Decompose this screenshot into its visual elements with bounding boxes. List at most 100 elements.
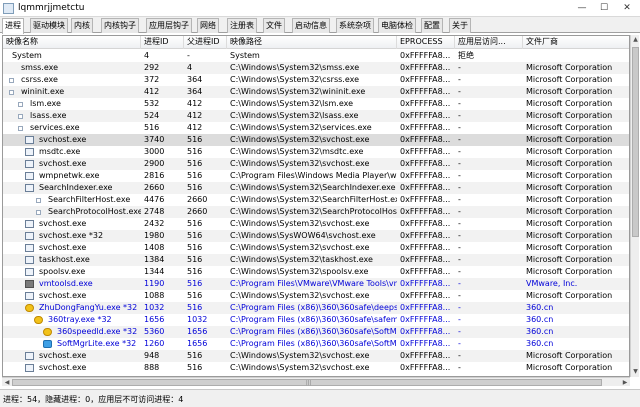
cell-ppid: 516: [187, 291, 203, 300]
cell-vendor: [523, 50, 629, 62]
cell-pid: 372: [144, 75, 160, 84]
tab-process[interactable]: 进程: [2, 18, 24, 34]
small-window-icon: [36, 198, 41, 203]
tab-app-hooks[interactable]: 应用层钩子: [146, 18, 192, 33]
cell-path: C:\Program Files (x86)\360\360safe\SoftM…: [230, 339, 397, 348]
cell-ppid: 1656: [187, 339, 208, 348]
table-row[interactable]: svchost.exe *32 1980 516 C:\Windows\SysWOW6…: [3, 230, 629, 242]
tab-bar: 进程 驱动模块 内核 内核钩子 应用层钩子 网络 注册表 文件 启动信息 系统杂…: [0, 17, 640, 34]
cell-ppid: 516: [187, 267, 203, 276]
table-row[interactable]: services.exe 516 412 C:\Windows\System32\se…: [3, 122, 629, 134]
minimize-button[interactable]: —: [572, 1, 592, 15]
table-row[interactable]: svchost.exe 3740 516 C:\Windows\System32\sv…: [3, 134, 629, 146]
cell-ppid: 412: [187, 123, 203, 132]
cell-path: C:\Windows\System32\services.exe: [230, 123, 372, 132]
cell-access: -: [458, 339, 461, 348]
cell-pid: 292: [144, 63, 160, 72]
cell-pid: 2660: [144, 183, 165, 192]
table-row[interactable]: 360tray.exe *32 1656 1032 C:\Program Files …: [3, 314, 629, 326]
cell-eprocess: 0xFFFFFA8...: [400, 303, 451, 312]
table-row[interactable]: lsass.exe 524 412 C:\Windows\System32\lsass…: [3, 110, 629, 122]
tab-kernel[interactable]: 内核: [71, 18, 93, 33]
table-row[interactable]: svchost.exe 2900 516 C:\Windows\System32\sv…: [3, 158, 629, 170]
cell-ppid: 516: [187, 279, 203, 288]
table-row[interactable]: smss.exe 292 4 C:\Windows\System32\smss.exe…: [3, 62, 629, 74]
tab-about[interactable]: 关于: [449, 18, 471, 33]
360-tray-icon: [34, 316, 43, 324]
column-header-pid[interactable]: 进程ID: [141, 36, 184, 49]
table-row[interactable]: System 4 - System 0xFFFFFA8... 拒绝: [3, 50, 629, 62]
cell-access: -: [458, 111, 461, 120]
table-row[interactable]: 360speedld.exe *32 5360 1656 C:\Program Fil…: [3, 326, 629, 338]
window-icon: [25, 220, 34, 228]
vertical-scroll-thumb[interactable]: [632, 47, 639, 237]
scroll-left-arrow-icon[interactable]: ◀: [2, 378, 12, 387]
table-row[interactable]: svchost.exe 2432 516 C:\Windows\System32\sv…: [3, 218, 629, 230]
table-row[interactable]: ZhuDongFangYu.exe *32 1032 516 C:\Program F…: [3, 302, 629, 314]
table-row[interactable]: svchost.exe 948 516 C:\Windows\System32\svc…: [3, 350, 629, 362]
scroll-right-arrow-icon[interactable]: ▶: [620, 378, 630, 387]
cell-vendor: Microsoft Corporation: [526, 99, 613, 108]
table-row[interactable]: SearchProtocolHost.exe 2748 2660 C:\Windows…: [3, 206, 629, 218]
cell-vendor: Microsoft Corporation: [526, 171, 613, 180]
cell-pid: 4: [144, 51, 150, 60]
cell-name: SearchFilterHost.exe: [48, 195, 131, 204]
column-header-image-path[interactable]: 映像路径: [227, 36, 397, 49]
column-header-ppid[interactable]: 父进程ID: [184, 36, 227, 49]
cell-path: C:\Windows\System32\svchost.exe: [230, 219, 370, 228]
tab-network[interactable]: 网络: [197, 18, 219, 33]
tab-kernel-hooks[interactable]: 内核钩子: [101, 18, 139, 33]
table-row[interactable]: csrss.exe 372 364 C:\Windows\System32\csrss…: [3, 74, 629, 86]
column-header-image-name[interactable]: 映像名称: [3, 36, 141, 49]
table-row[interactable]: SearchIndexer.exe 2660 516 C:\Windows\Syste…: [3, 182, 629, 194]
cell-eprocess: 0xFFFFFA8...: [400, 135, 451, 144]
window-icon: [25, 136, 34, 144]
cell-eprocess: 0xFFFFFA8...: [400, 327, 451, 336]
scroll-down-arrow-icon[interactable]: ▼: [631, 367, 640, 377]
table-row[interactable]: svchost.exe 1088 516 C:\Windows\System32\sv…: [3, 290, 629, 302]
tab-startup[interactable]: 启动信息: [292, 18, 330, 33]
tab-driver-modules[interactable]: 驱动模块: [30, 18, 68, 33]
vertical-scrollbar[interactable]: ▲ ▼: [630, 35, 639, 377]
table-row[interactable]: SearchFilterHost.exe 4476 2660 C:\Windows\S…: [3, 194, 629, 206]
tab-registry[interactable]: 注册表: [227, 18, 257, 33]
table-row[interactable]: SoftMgrLite.exe *32 1260 1656 C:\Program Fi…: [3, 338, 629, 350]
cell-path: C:\Windows\System32\svchost.exe: [230, 351, 370, 360]
cell-path: C:\Windows\System32\svchost.exe: [230, 363, 370, 372]
cell-pid: 948: [144, 351, 160, 360]
table-row[interactable]: spoolsv.exe 1344 516 C:\Windows\System32\sp…: [3, 266, 629, 278]
cell-name: lsass.exe: [30, 111, 67, 120]
cell-access: -: [458, 63, 461, 72]
column-header-file-vendor[interactable]: 文件厂商: [523, 36, 629, 49]
column-header-app-access[interactable]: 应用层访问...: [455, 36, 523, 49]
horizontal-scroll-thumb[interactable]: |||: [12, 379, 602, 386]
tab-pc-checkup[interactable]: 电脑体检: [378, 18, 416, 33]
scroll-up-arrow-icon[interactable]: ▲: [631, 35, 640, 45]
horizontal-scrollbar[interactable]: ◀ ||| ▶: [2, 377, 630, 386]
cell-eprocess: 0xFFFFFA8...: [400, 207, 451, 216]
table-row[interactable]: svchost.exe 1408 516 C:\Windows\System32\sv…: [3, 242, 629, 254]
table-row[interactable]: msdtc.exe 3000 516 C:\Windows\System32\msdt…: [3, 146, 629, 158]
cell-ppid: 412: [187, 99, 203, 108]
close-button[interactable]: ✕: [616, 1, 638, 15]
process-list[interactable]: 映像名称 进程ID 父进程ID 映像路径 EPROCESS 应用层访问... 文…: [2, 35, 630, 377]
table-row[interactable]: taskhost.exe 1384 516 C:\Windows\System32\t…: [3, 254, 629, 266]
cell-vendor: Microsoft Corporation: [526, 219, 613, 228]
table-row[interactable]: svchost.exe 888 516 C:\Windows\System32\svc…: [3, 362, 629, 374]
cell-pid: 524: [144, 111, 160, 120]
table-row[interactable]: lsm.exe 532 412 C:\Windows\System32\lsm.exe…: [3, 98, 629, 110]
cell-path: C:\Windows\System32\SearchIndexer.exe: [230, 183, 396, 192]
column-header-eprocess[interactable]: EPROCESS: [397, 36, 455, 49]
table-row[interactable]: wininit.exe 412 364 C:\Windows\System32\win…: [3, 86, 629, 98]
cell-pid: 2900: [144, 159, 165, 168]
maximize-button[interactable]: ☐: [594, 1, 614, 15]
tab-config[interactable]: 配置: [421, 18, 443, 33]
tab-files[interactable]: 文件: [263, 18, 285, 33]
table-row[interactable]: wmpnetwk.exe 2816 516 C:\Program Files\Wind…: [3, 170, 629, 182]
tab-system-misc[interactable]: 系统杂项: [336, 18, 374, 33]
cell-ppid: 516: [187, 171, 203, 180]
cell-vendor: 360.cn: [526, 315, 554, 324]
cell-eprocess: 0xFFFFFA8...: [400, 231, 451, 240]
window-icon: [25, 232, 34, 240]
table-row[interactable]: vmtoolsd.exe 1190 516 C:\Program Files\VMwa…: [3, 278, 629, 290]
